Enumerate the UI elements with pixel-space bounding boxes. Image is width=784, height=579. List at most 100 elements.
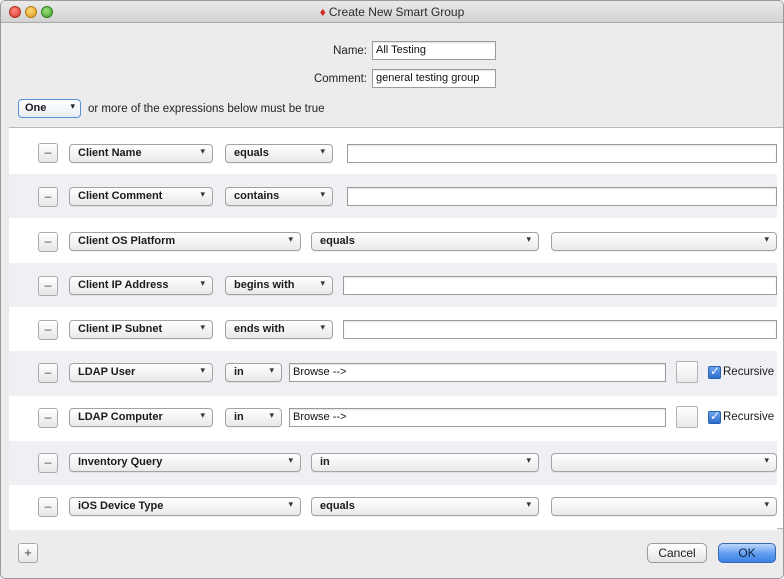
browse-field[interactable]: Browse --> <box>289 408 666 427</box>
operator-popup[interactable]: in ▾ <box>225 408 282 427</box>
operator-popup[interactable]: equals ▾ <box>311 497 539 516</box>
value-field[interactable] <box>347 144 777 163</box>
remove-row-button[interactable]: – <box>38 363 58 383</box>
field-popup[interactable]: LDAP Computer ▾ <box>69 408 213 427</box>
field-popup[interactable]: Client OS Platform ▾ <box>69 232 301 251</box>
window-title-text: Create New Smart Group <box>328 5 465 19</box>
operator-popup-value: ends with <box>234 323 285 335</box>
field-popup[interactable]: Client Name ▾ <box>69 144 213 163</box>
field-popup[interactable]: Client Comment ▾ <box>69 187 213 206</box>
field-popup[interactable]: LDAP User ▾ <box>69 363 213 382</box>
comment-label: Comment: <box>313 73 367 85</box>
operator-popup-value: in <box>234 411 244 423</box>
operator-popup-value: equals <box>320 500 355 512</box>
field-popup-value: LDAP Computer <box>78 411 163 423</box>
operator-popup[interactable]: begins with ▾ <box>225 276 333 295</box>
value-popup[interactable]: ▾ <box>551 232 777 251</box>
recursive-checkbox[interactable]: ✓ <box>708 364 721 379</box>
popup-arrows-icon: ▾ <box>200 278 205 288</box>
value-field[interactable] <box>347 187 777 206</box>
popup-arrows-icon: ▾ <box>288 499 293 509</box>
field-popup-value: iOS Device Type <box>78 500 164 512</box>
remove-row-button[interactable]: – <box>38 497 58 517</box>
value-popup[interactable]: ▾ <box>551 497 777 516</box>
operator-popup[interactable]: in ▾ <box>225 363 282 382</box>
red-gem-icon: ♦ <box>319 5 326 19</box>
operator-popup-value: contains <box>234 190 280 202</box>
remove-row-button[interactable]: – <box>38 320 58 340</box>
value-popup[interactable]: ▾ <box>551 453 777 472</box>
title-bar: ♦ Create New Smart Group <box>1 1 783 23</box>
popup-arrows-icon: ▾ <box>526 455 531 465</box>
name-field[interactable]: All Testing <box>372 41 496 60</box>
field-popup[interactable]: Inventory Query ▾ <box>69 453 301 472</box>
criteria-row: – Client Name ▾ equals ▾ <box>9 130 777 175</box>
field-popup[interactable]: iOS Device Type ▾ <box>69 497 301 516</box>
popup-arrows-icon: ▾ <box>320 146 325 156</box>
remove-row-button[interactable]: – <box>38 143 58 163</box>
operator-popup[interactable]: in ▾ <box>311 453 539 472</box>
remove-row-button[interactable]: – <box>38 408 58 428</box>
criteria-row: – Client IP Subnet ▾ ends with ▾ <box>9 307 777 352</box>
popup-arrows-icon: ▾ <box>320 278 325 288</box>
field-popup[interactable]: Client IP Subnet ▾ <box>69 320 213 339</box>
browse-field[interactable]: Browse --> <box>289 363 666 382</box>
field-popup-value: Client OS Platform <box>78 235 176 247</box>
popup-arrows-icon: ▾ <box>526 234 531 244</box>
operator-popup[interactable]: ends with ▾ <box>225 320 333 339</box>
popup-arrows-icon: ▾ <box>288 234 293 244</box>
field-popup-value: Inventory Query <box>78 456 163 468</box>
popup-arrows-icon: ▾ <box>70 101 75 111</box>
ok-button[interactable]: OK <box>718 543 776 563</box>
popup-arrows-icon: ▾ <box>200 189 205 199</box>
popup-arrows-icon: ▾ <box>200 322 205 332</box>
remove-row-button[interactable]: – <box>38 453 58 473</box>
window-title: ♦ Create New Smart Group <box>1 5 783 19</box>
criteria-list: – Client Name ▾ equals ▾ – Client Comment ▾… <box>9 127 783 530</box>
operator-popup[interactable]: equals ▾ <box>225 144 333 163</box>
field-popup-value: Client Name <box>78 147 142 159</box>
operator-popup-value: begins with <box>234 279 295 291</box>
recursive-label: Recursive <box>723 411 775 423</box>
checkmark-icon: ✓ <box>710 364 721 378</box>
popup-arrows-icon: ▾ <box>764 499 769 509</box>
criteria-row: – LDAP Computer ▾ in ▾ Browse --> ✓ Recurs… <box>9 396 777 441</box>
popup-arrows-icon: ▾ <box>269 365 274 375</box>
cancel-button[interactable]: Cancel <box>647 543 707 563</box>
value-field[interactable] <box>343 276 777 295</box>
operator-popup-value: in <box>234 366 244 378</box>
field-popup[interactable]: Client IP Address ▾ <box>69 276 213 295</box>
field-popup-value: Client IP Subnet <box>78 323 163 335</box>
browse-button[interactable] <box>676 406 698 428</box>
criteria-row: – Client OS Platform ▾ equals ▾ ▾ <box>9 218 777 263</box>
name-label: Name: <box>333 45 367 57</box>
operator-popup[interactable]: contains ▾ <box>225 187 333 206</box>
remove-row-button[interactable]: – <box>38 187 58 207</box>
popup-arrows-icon: ▾ <box>320 322 325 332</box>
checkmark-icon: ✓ <box>710 409 721 423</box>
popup-arrows-icon: ▾ <box>764 455 769 465</box>
popup-arrows-icon: ▾ <box>200 365 205 375</box>
add-row-button[interactable]: + <box>18 543 38 563</box>
recursive-checkbox[interactable]: ✓ <box>708 409 721 424</box>
popup-arrows-icon: ▾ <box>269 410 274 420</box>
remove-row-button[interactable]: – <box>38 232 58 252</box>
operator-popup-value: equals <box>320 235 355 247</box>
smart-group-window: ♦ Create New Smart Group Name: All Testin… <box>0 0 784 579</box>
quantifier-text: or more of the expressions below must be… <box>88 103 325 115</box>
popup-arrows-icon: ▾ <box>320 189 325 199</box>
popup-arrows-icon: ▾ <box>526 499 531 509</box>
quantifier-value: One <box>25 102 47 114</box>
criteria-row: – Client IP Address ▾ begins with ▾ <box>9 263 777 308</box>
browse-button[interactable] <box>676 361 698 383</box>
operator-popup-value: in <box>320 456 330 468</box>
match-quantifier-popup[interactable]: One ▾ <box>18 99 81 118</box>
remove-row-button[interactable]: – <box>38 276 58 296</box>
criteria-row: – iOS Device Type ▾ equals ▾ ▾ <box>9 485 777 530</box>
comment-field[interactable]: general testing group <box>372 69 496 88</box>
field-popup-value: Client Comment <box>78 190 163 202</box>
operator-popup[interactable]: equals ▾ <box>311 232 539 251</box>
value-field[interactable] <box>343 320 777 339</box>
popup-arrows-icon: ▾ <box>288 455 293 465</box>
criteria-row: – Inventory Query ▾ in ▾ ▾ <box>9 441 777 486</box>
